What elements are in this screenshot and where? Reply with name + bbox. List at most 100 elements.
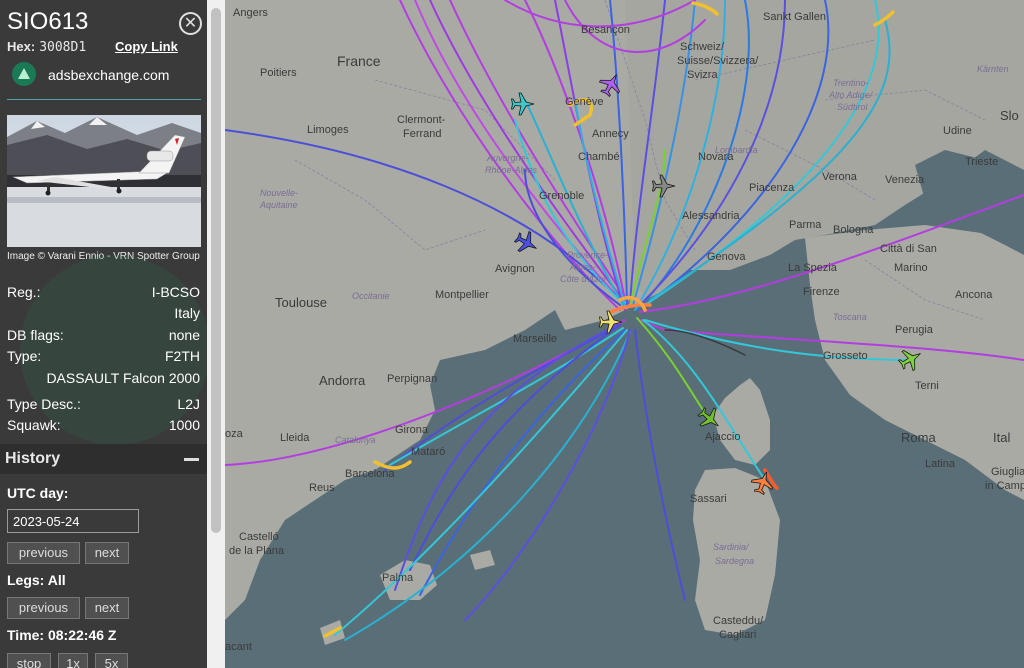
- map-label: Clermont-: [397, 114, 446, 126]
- map-label: de la Plana: [229, 545, 285, 557]
- map-label: Suisse/Svizzera/: [677, 55, 759, 67]
- scrollbar-thumb[interactable]: [211, 8, 221, 533]
- map-label: Slo: [1000, 108, 1019, 123]
- map-label: Trieste: [965, 156, 998, 168]
- map-label: Venezia: [885, 174, 925, 186]
- map-label: Angers: [233, 7, 268, 19]
- map-label: Novara: [698, 151, 734, 163]
- history-header[interactable]: History: [0, 444, 207, 474]
- history-title: History: [5, 450, 61, 467]
- stop-button[interactable]: stop: [7, 653, 51, 668]
- speed-1x-button[interactable]: 1x: [58, 653, 88, 668]
- map-label: Ferrand: [403, 128, 442, 140]
- map-label: Grosseto: [823, 350, 868, 362]
- map-label: Aquitaine: [259, 200, 298, 210]
- map-label: Rhône-Alpes: [485, 165, 538, 175]
- map-label: Alpes-: [569, 262, 596, 272]
- type-desc: L2J: [177, 396, 200, 412]
- utc-day-label: UTC day:: [7, 485, 69, 501]
- divider: [7, 99, 201, 100]
- time-label: Time: 08:22:46 Z: [7, 627, 117, 643]
- map-label: Castelló: [239, 531, 279, 543]
- legs-previous-button[interactable]: previous: [7, 597, 80, 619]
- map-label: Firenze: [803, 286, 840, 298]
- squawk: 1000: [168, 417, 200, 433]
- aircraft-info-panel: SIO613 ✕ Hex: 3008D1 Copy Link adsbexchan…: [0, 0, 207, 668]
- map-label: Ajaccio: [705, 431, 740, 443]
- map-label: Bologna: [833, 224, 874, 236]
- map-label: Limoges: [307, 124, 349, 136]
- registration: I-BCSO: [151, 284, 200, 300]
- utc-day-input[interactable]: [7, 509, 139, 533]
- map-label: Genève: [565, 96, 604, 108]
- map-view[interactable]: Angers Poitiers France Limoges Clermont-…: [225, 0, 1024, 668]
- map-label: Parma: [789, 219, 822, 231]
- sidebar-scrollbar[interactable]: [207, 0, 225, 668]
- map-label: Girona: [395, 424, 429, 436]
- map-label: Genova: [707, 251, 746, 263]
- map-label: Sardinia/: [713, 542, 750, 552]
- map-label: Montpellier: [435, 289, 489, 301]
- type-desc-label: Type Desc.:: [7, 396, 81, 412]
- map-label: Avignon: [495, 263, 535, 275]
- map-label: Occitanie: [352, 291, 390, 301]
- type-label: Type:: [7, 348, 42, 364]
- map-label: Besançon: [581, 24, 630, 36]
- map-label: Verona: [822, 171, 858, 183]
- map-label: Città di San: [880, 243, 937, 255]
- close-icon[interactable]: ✕: [179, 12, 202, 35]
- map-label: France: [337, 53, 381, 69]
- type-name: DASSAULT Falcon 2000: [46, 370, 200, 386]
- map-label: oza: [225, 428, 244, 440]
- map-label: acant: [225, 641, 252, 653]
- map-label: Lleida: [280, 432, 310, 444]
- map-label: La Spezia: [788, 262, 838, 274]
- day-previous-button[interactable]: previous: [7, 542, 80, 564]
- day-next-button[interactable]: next: [85, 542, 129, 564]
- map-label: in Campa: [985, 480, 1024, 492]
- map-label: Latina: [925, 458, 956, 470]
- map-label: Sassari: [690, 493, 727, 505]
- map-label: Mataró: [411, 446, 445, 458]
- reg-label: Reg.:: [7, 284, 41, 300]
- hex-value: 3008D1: [39, 40, 87, 55]
- map-label: Perpignan: [387, 373, 437, 385]
- map-label: Auvergne-: [486, 153, 529, 163]
- map-label: Toulouse: [275, 295, 327, 310]
- map-label: Svizra: [687, 69, 718, 81]
- type-code: F2TH: [165, 348, 200, 364]
- map-label: Annecy: [592, 128, 629, 140]
- speed-5x-button[interactable]: 5x: [95, 653, 128, 668]
- map-label: Reus: [309, 482, 335, 494]
- map-label: Giuglia: [991, 466, 1024, 478]
- map-label: Grenoble: [539, 190, 584, 202]
- map-label: Trentino-: [833, 78, 868, 88]
- map-label: Chambé: [578, 151, 620, 163]
- map-label: Südtirol: [837, 102, 869, 112]
- map-label: Kärnten: [977, 64, 1009, 74]
- map-label: Sardegna: [715, 556, 754, 566]
- adsbx-logo-icon[interactable]: [12, 62, 36, 86]
- legs-next-button[interactable]: next: [85, 597, 129, 619]
- squawk-label: Squawk:: [7, 417, 61, 433]
- aircraft-photo[interactable]: [7, 115, 201, 247]
- country: Italy: [174, 305, 200, 321]
- provider-link[interactable]: adsbexchange.com: [48, 67, 169, 83]
- map-label: Poitiers: [260, 67, 297, 79]
- map-label: Catalunya: [335, 435, 376, 445]
- map-label: Schweiz/: [680, 41, 725, 53]
- map-label: Nouvelle-: [260, 188, 298, 198]
- db-flags: none: [168, 327, 200, 343]
- map-label: Côte d'Azur: [560, 274, 608, 284]
- map-label: Ancona: [955, 289, 993, 301]
- legs-label: Legs: All: [7, 572, 66, 588]
- map-label: Roma: [901, 430, 936, 445]
- collapse-icon[interactable]: [184, 458, 199, 461]
- callsign: SIO613: [7, 8, 89, 35]
- map-label: Ital: [993, 430, 1010, 445]
- map-label: Alessandria: [682, 210, 740, 222]
- copy-link-button[interactable]: Copy Link: [115, 39, 178, 54]
- map-label: Toscana: [833, 312, 867, 322]
- map-label: Sankt Gallen: [763, 11, 826, 23]
- db-flags-label: DB flags:: [7, 327, 64, 343]
